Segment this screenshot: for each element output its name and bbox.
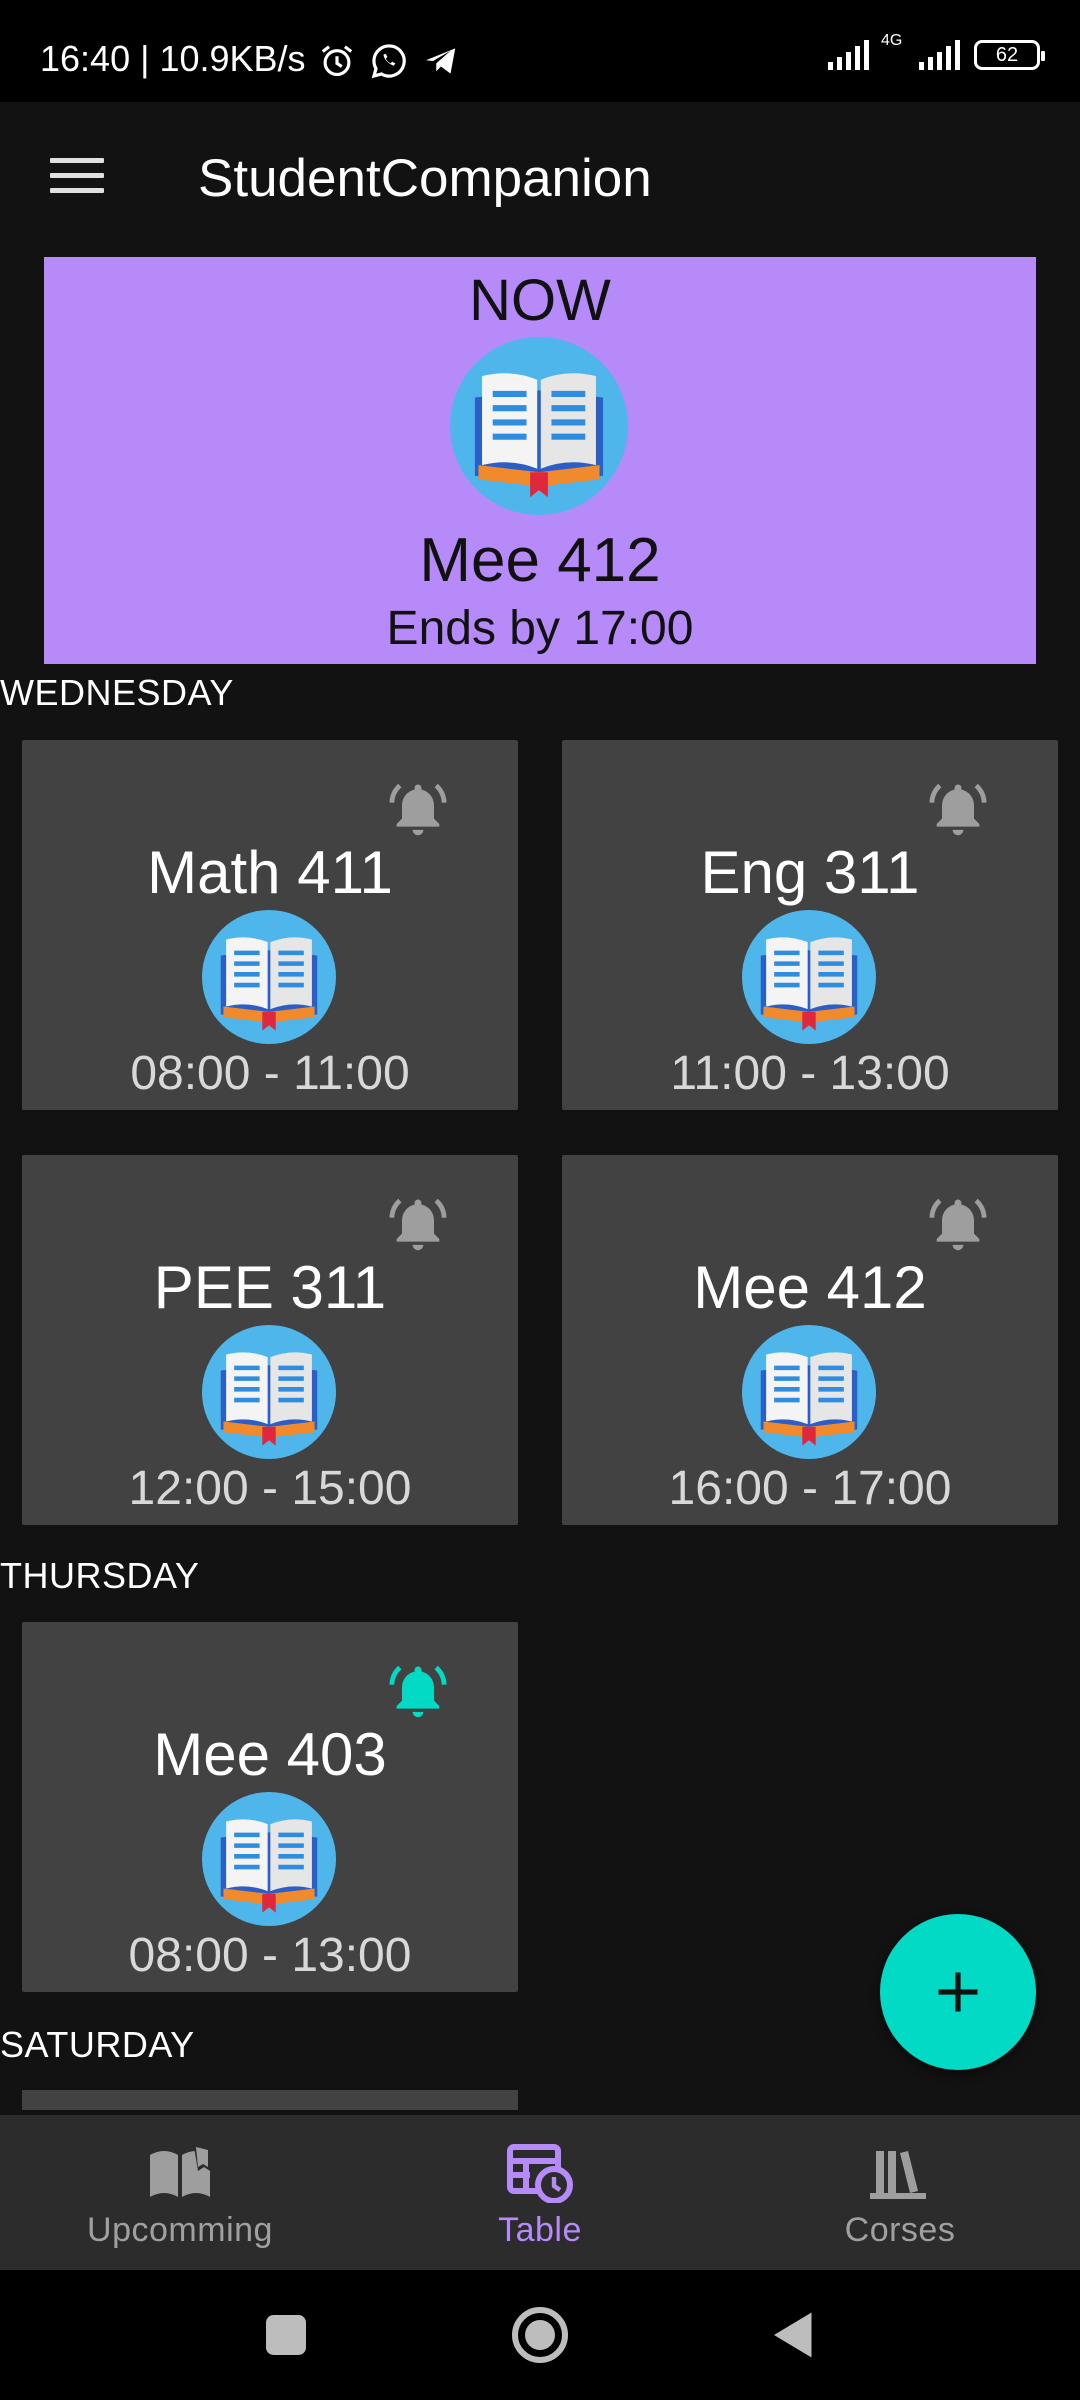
now-label: NOW: [469, 268, 611, 333]
book-icon: [202, 1325, 336, 1459]
network-type: 4G: [881, 32, 903, 49]
nav-label: Table: [498, 2211, 582, 2249]
menu-icon: [50, 158, 104, 163]
book-icon: [450, 337, 628, 515]
book-icon: [202, 1792, 336, 1926]
class-card[interactable]: Mee 403 08:00 - 13:00: [22, 1622, 518, 1992]
nav-label: Upcomming: [87, 2211, 273, 2249]
bell-icon[interactable]: [386, 776, 450, 840]
class-card[interactable]: Math 411 08:00 - 11:00: [22, 740, 518, 1110]
nav-label: Corses: [844, 2211, 956, 2249]
class-time: 12:00 - 15:00: [128, 1462, 412, 1515]
signal-4g-icon: 4G: [881, 32, 960, 70]
class-time: 11:00 - 13:00: [670, 1047, 950, 1100]
bell-icon[interactable]: [926, 1191, 990, 1255]
day-label-saturday: SATURDAY: [0, 2024, 195, 2065]
alarm-icon: [321, 45, 353, 77]
nav-table[interactable]: Table: [360, 2115, 720, 2270]
class-name: Eng 311: [700, 839, 920, 906]
add-class-button[interactable]: [880, 1914, 1036, 2070]
class-time: 08:00 - 13:00: [128, 1929, 412, 1982]
class-name: Math 411: [147, 839, 393, 906]
day-label-wednesday: WEDNESDAY: [0, 672, 234, 713]
status-icons: [318, 42, 460, 80]
telegram-icon: [425, 48, 456, 74]
book-icon: [202, 910, 336, 1044]
battery-level: 62: [995, 43, 1019, 66]
whatsapp-icon: [371, 44, 406, 79]
status-right: 4G 62: [828, 32, 1045, 70]
recents-button[interactable]: [256, 2305, 316, 2365]
bottom-navigation: Upcomming Table Corses: [0, 2115, 1080, 2270]
calendar-clock-icon: [507, 2144, 573, 2203]
menu-button[interactable]: [50, 158, 104, 198]
class-time: 16:00 - 17:00: [668, 1462, 952, 1515]
class-card-partial[interactable]: [22, 2090, 518, 2110]
bell-icon[interactable]: [386, 1191, 450, 1255]
now-card[interactable]: NOW Mee 412 Ends by 17:00: [44, 257, 1036, 664]
back-button[interactable]: [764, 2305, 824, 2365]
nav-upcomming[interactable]: Upcomming: [0, 2115, 360, 2270]
home-button[interactable]: [510, 2305, 570, 2365]
day-label-thursday: THURSDAY: [0, 1555, 200, 1596]
nav-corses[interactable]: Corses: [720, 2115, 1080, 2270]
books-icon: [870, 2151, 926, 2199]
class-name: Mee 403: [153, 1721, 387, 1788]
class-time: 08:00 - 11:00: [130, 1047, 410, 1100]
open-book-icon: [150, 2147, 210, 2197]
app-title: StudentCompanion: [198, 149, 652, 208]
bell-icon[interactable]: [386, 1658, 450, 1722]
book-icon: [742, 1325, 876, 1459]
app-bar: StudentCompanion: [0, 102, 1080, 258]
now-course-name: Mee 412: [419, 526, 661, 595]
status-time: 16:40 | 10.9KB/s: [40, 38, 306, 79]
signal-icon: [828, 40, 869, 70]
book-icon: [742, 910, 876, 1044]
plus-icon: [938, 1972, 978, 2012]
system-navigation-bar: [0, 2270, 1080, 2400]
class-name: PEE 311: [153, 1254, 387, 1321]
battery-indicator: 62: [974, 40, 1045, 70]
bell-icon[interactable]: [926, 776, 990, 840]
now-ends-time: Ends by 17:00: [386, 602, 694, 655]
status-bar: 16:40 | 10.9KB/s 4G 62: [0, 0, 1080, 102]
class-card[interactable]: PEE 311 12:00 - 15:00: [22, 1155, 518, 1525]
class-card[interactable]: Mee 412 16:00 - 17:00: [562, 1155, 1058, 1525]
class-card[interactable]: Eng 311 11:00 - 13:00: [562, 740, 1058, 1110]
class-name: Mee 412: [693, 1254, 927, 1321]
